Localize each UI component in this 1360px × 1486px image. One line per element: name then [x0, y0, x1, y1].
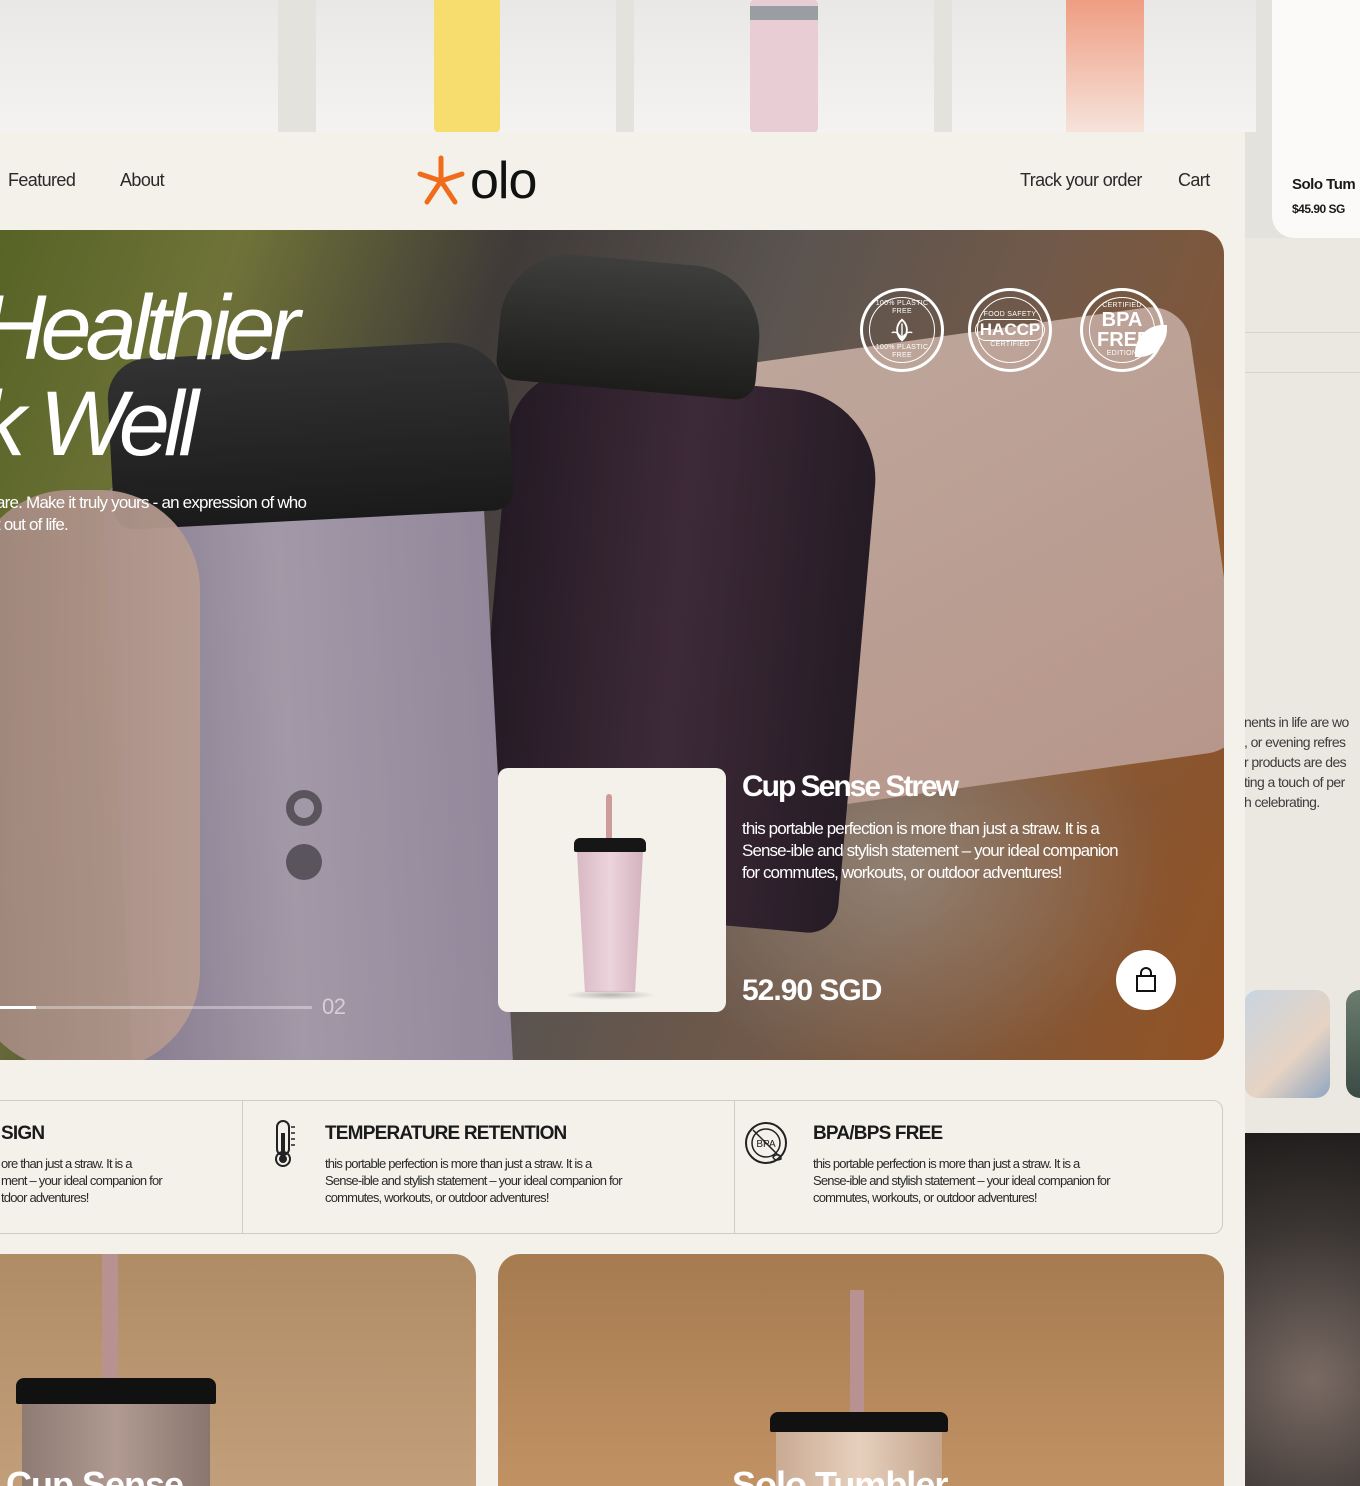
feature-text-line: ore than just a straw. It is a	[1, 1156, 132, 1171]
feature-text-line: Sense-ible and stylish statement – your …	[813, 1173, 1111, 1188]
side-text-line: , or evening refres	[1244, 734, 1346, 750]
hero-title-line: k Well	[0, 373, 199, 475]
slide-progress-bar[interactable]	[0, 1006, 312, 1009]
hero-description: are. Make it truly yours - an expression…	[0, 492, 376, 536]
feature-text-line: this portable perfection is more than ju…	[325, 1156, 592, 1171]
side-product-name: Solo Tum	[1292, 176, 1356, 193]
product-tile-solo-tumbler[interactable]: Solo Tumbler	[498, 1254, 1224, 1486]
divider	[1244, 372, 1360, 373]
feature-title: TEMPERATURE RETENTION	[325, 1123, 567, 1144]
badge-bottom-text: 100% PLASTIC FREE	[875, 344, 929, 359]
product-image	[434, 0, 500, 132]
badge-main-text: HACCP	[974, 319, 1046, 341]
feature-text-line: this portable perfection is more than ju…	[813, 1156, 1080, 1171]
badge-bottom-text: CERTIFIED	[990, 341, 1030, 348]
shopping-bag-icon	[1136, 967, 1156, 992]
side-text-line: h celebrating.	[1244, 794, 1320, 810]
featured-product-title[interactable]: Cup Sense Strew	[742, 770, 959, 804]
feature-title: SIGN	[1, 1123, 45, 1144]
strip-product-card[interactable]	[634, 0, 934, 132]
feature-title: BPA/BPS FREE	[813, 1123, 943, 1144]
product-image	[16, 1254, 216, 1486]
add-to-cart-button[interactable]	[1116, 950, 1176, 1010]
product-tile-name: Solo Tumbler	[732, 1464, 948, 1486]
feature-text-line: tdoor adventures!	[1, 1190, 89, 1205]
leaf-icon	[891, 318, 913, 342]
divider	[1244, 332, 1360, 333]
product-image	[750, 0, 818, 132]
lifestyle-photo	[1244, 1133, 1360, 1486]
haccp-badge: FOOD SAFETY HACCP CERTIFIED	[968, 288, 1052, 372]
featured-product-description: this portable perfection is more than ju…	[742, 818, 1182, 884]
strip-product-card[interactable]	[0, 0, 278, 132]
side-product-price: $45.90 SG	[1292, 202, 1345, 216]
plastic-free-badge: 100% PLASTIC FREE 100% PLASTIC FREE	[860, 288, 944, 372]
feature-text-line: ment – your ideal companion for	[1, 1173, 163, 1188]
hero-description-line: are. Make it truly yours - an expression…	[0, 493, 307, 512]
product-tile-name: Cup Sense	[6, 1464, 184, 1486]
feature-text-line: commutes, workouts, or outdoor adventure…	[813, 1190, 1037, 1205]
nav-track-order-link[interactable]: Track your order	[1020, 170, 1142, 191]
hero-description-line: t out of life.	[0, 515, 69, 534]
strip-product-card[interactable]	[316, 0, 616, 132]
top-nav: Featured About olo Track your order Cart	[0, 132, 1245, 230]
nav-about-link[interactable]: About	[120, 170, 165, 191]
feature-temperature-retention: TEMPERATURE RETENTION this portable perf…	[243, 1101, 735, 1233]
slide-progress-fill	[0, 1006, 36, 1009]
gallery-thumbnail[interactable]	[1244, 990, 1330, 1098]
slide-number: 02	[322, 994, 346, 1019]
feature-strip: SIGN ore than just a straw. It is a ment…	[0, 1100, 1223, 1234]
feature-text-line: commutes, workouts, or outdoor adventure…	[325, 1190, 549, 1205]
badge-top-text: 100% PLASTIC FREE	[875, 300, 929, 315]
svg-text:BPA: BPA	[756, 1139, 776, 1150]
brand-logo[interactable]: olo	[414, 152, 537, 210]
product-tile-cup-sense[interactable]: Cup Sense	[0, 1254, 476, 1486]
feature-text: this portable perfection is more than ju…	[325, 1155, 623, 1206]
side-text-line: ting a touch of per	[1244, 774, 1345, 790]
feature-text-line: Sense-ible and stylish statement – your …	[325, 1173, 623, 1188]
thermometer-icon	[275, 1120, 295, 1167]
side-product-card[interactable]: Solo Tum $45.90 SG	[1272, 0, 1360, 238]
description-line: Sense-ible and stylish statement – your …	[742, 841, 1119, 860]
logo-text: olo	[470, 152, 537, 210]
badge-top-text: FOOD SAFETY	[983, 311, 1037, 318]
product-image	[770, 1290, 948, 1486]
bpa-free-badge: CERTIFIED BPA FREE EDITION	[1080, 288, 1167, 372]
product-image	[1066, 0, 1144, 132]
main-page: Featured About olo Track your order Cart	[0, 132, 1245, 1486]
tumbler-image	[564, 794, 656, 1000]
featured-product-price: 52.90 SGD	[742, 974, 882, 1007]
sun-asterisk-icon	[417, 155, 465, 205]
description-line: for commutes, workouts, or outdoor adven…	[742, 863, 1062, 882]
nav-featured-link[interactable]: Featured	[8, 170, 76, 191]
bpa-free-icon: BPA	[745, 1122, 787, 1164]
description-line: this portable perfection is more than ju…	[742, 819, 1100, 838]
side-panel: nents in life are wo , or evening refres…	[1244, 238, 1360, 1133]
side-text-line: r products are des	[1244, 754, 1347, 770]
gallery-thumbnail[interactable]	[1346, 990, 1360, 1098]
hero-banner: Healthier k Well are. Make it truly your…	[0, 230, 1224, 1060]
side-text-line: nents in life are wo	[1244, 714, 1349, 730]
feature-bpa-free: BPA BPA/BPS FREE this portable perfectio…	[735, 1101, 1222, 1233]
hero-title-line: Healthier	[0, 277, 300, 379]
nav-cart-link[interactable]: Cart	[1178, 170, 1210, 191]
feature-text: ore than just a straw. It is a ment – yo…	[1, 1155, 163, 1206]
hero-title: Healthier k Well	[0, 277, 300, 475]
feature-design: SIGN ore than just a straw. It is a ment…	[0, 1101, 243, 1233]
feature-text: this portable perfection is more than ju…	[813, 1155, 1111, 1206]
badge-bottom-text: EDITION	[1106, 350, 1138, 357]
side-paragraph: nents in life are wo , or evening refres…	[1244, 712, 1360, 812]
strip-product-card[interactable]	[952, 0, 1256, 132]
featured-product-image-card[interactable]	[498, 768, 726, 1012]
